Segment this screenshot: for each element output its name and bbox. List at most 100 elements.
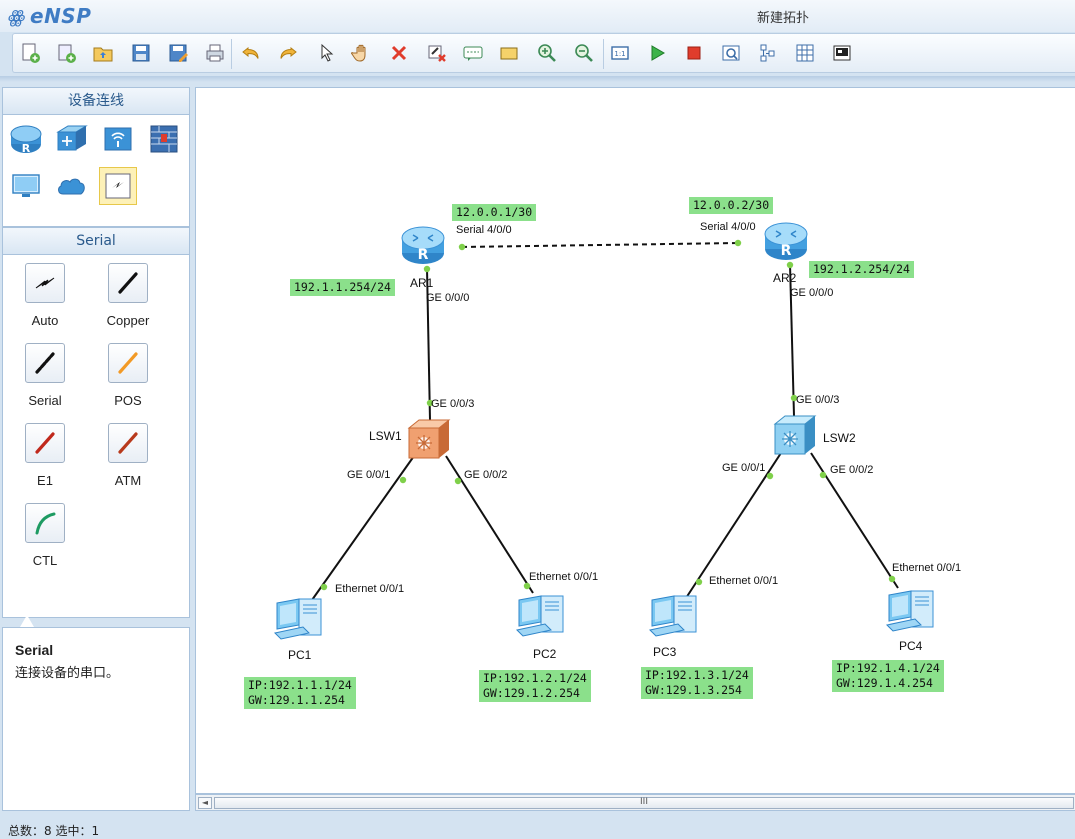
app-logo: ꙮ eNSP — [8, 4, 91, 28]
device-lsw1[interactable] — [406, 416, 452, 462]
note-pc2-address[interactable]: IP:192.1.2.1/24 GW:129.1.2.254 — [479, 670, 591, 702]
print-button[interactable] — [202, 40, 228, 66]
note-line: GW:129.1.1.254 — [248, 693, 345, 707]
redo-button[interactable] — [275, 40, 301, 66]
cloud-icon — [58, 178, 85, 195]
note-line: GW:129.1.2.254 — [483, 686, 580, 700]
note-line: 192.1.1.254/24 — [294, 280, 391, 294]
text-note-button[interactable] — [460, 40, 486, 66]
stop-device-button[interactable] — [681, 40, 707, 66]
device-category-wlan[interactable] — [99, 119, 137, 157]
new-example-button[interactable] — [53, 40, 79, 66]
cable-tile — [25, 423, 65, 463]
zoom-in-button[interactable] — [534, 40, 560, 66]
devices-header: 设备连线 — [2, 87, 190, 115]
undo-button[interactable] — [238, 40, 264, 66]
status-text: 总数：8 选中：1 — [8, 824, 100, 838]
device-category-firewall[interactable] — [145, 119, 183, 157]
cable-serial[interactable]: Serial — [15, 343, 75, 419]
cable-pos[interactable]: POS — [98, 343, 158, 419]
port-label-lsw1-up: GE 0/0/3 — [431, 398, 475, 410]
new-topology-icon — [22, 43, 40, 63]
cable-atm[interactable]: ATM — [98, 423, 158, 499]
device-panel: 设备连线 R Serial Auto Copper Serial POS E1 ATM CT… — [2, 87, 190, 811]
link-ar1-ar2-serial[interactable] — [461, 242, 739, 248]
open-icon — [93, 47, 113, 62]
app-name: eNSP — [30, 4, 92, 28]
device-pc2[interactable] — [514, 590, 570, 642]
screenshot-button[interactable] — [829, 40, 855, 66]
note-pc4-address[interactable]: IP:192.1.4.1/24 GW:129.1.4.254 — [832, 660, 944, 692]
cable-label: Auto — [31, 313, 59, 328]
device-category-cable[interactable] — [99, 167, 137, 205]
pos-cable-icon — [118, 352, 138, 374]
cables-header: Serial — [2, 227, 190, 255]
router-icon: R — [10, 125, 42, 155]
undo-icon — [242, 46, 259, 59]
topology-view-button[interactable] — [755, 40, 781, 66]
topology-fit-button[interactable]: 1:1 — [607, 40, 633, 66]
device-name-pc4: PC4 — [899, 639, 923, 653]
open-button[interactable] — [90, 40, 116, 66]
cable-label: Copper — [106, 313, 150, 328]
device-category-terminal-pc[interactable] — [7, 167, 45, 205]
cable-copper[interactable]: Copper — [98, 263, 158, 339]
device-lsw2[interactable] — [772, 412, 818, 458]
note-ar2-serial-ip[interactable]: 12.0.0.2/30 — [689, 197, 774, 214]
ensp-logo-icon: ꙮ — [8, 7, 26, 28]
device-category-cloud[interactable] — [53, 167, 91, 205]
cable-e1[interactable]: E1 — [15, 423, 75, 499]
port-label-ar1-ge: GE 0/0/0 — [426, 292, 470, 304]
start-device-button[interactable] — [644, 40, 670, 66]
device-pc3[interactable] — [647, 590, 703, 642]
wlan-icon — [104, 127, 132, 151]
device-name-ar2: AR2 — [773, 271, 797, 285]
note-pc3-address[interactable]: IP:192.1.3.1/24 GW:129.1.3.254 — [641, 667, 753, 699]
device-pc1[interactable] — [272, 593, 328, 645]
device-pc4[interactable] — [884, 585, 940, 637]
port-label-pc1-eth: Ethernet 0/0/1 — [335, 583, 405, 595]
note-ar1-lan-ip[interactable]: 192.1.1.254/24 — [290, 279, 395, 296]
grid-icon — [796, 44, 814, 62]
rectangle-note-icon — [500, 47, 518, 60]
capture-icon — [722, 45, 740, 61]
pc-icon — [273, 598, 322, 640]
status-bar: 总数：8 选中：1 — [0, 818, 1075, 839]
port-label-pc3-eth: Ethernet 0/0/1 — [709, 575, 779, 587]
link-ar1-lsw1[interactable] — [426, 267, 431, 421]
device-category-switch[interactable] — [53, 119, 91, 157]
scroll-thumb[interactable]: III — [214, 797, 1074, 809]
horizontal-scrollbar[interactable]: ◄ III — [195, 794, 1075, 811]
grid-button[interactable] — [792, 40, 818, 66]
note-pc1-address[interactable]: IP:192.1.1.1/24 GW:129.1.1.254 — [244, 677, 356, 709]
delete-button[interactable] — [386, 40, 412, 66]
device-ar1[interactable]: R — [397, 221, 449, 267]
topology-fit-icon: 1:1 — [611, 46, 629, 60]
device-category-router[interactable]: R — [7, 119, 45, 157]
capture-button[interactable] — [718, 40, 744, 66]
delete-link-button[interactable] — [424, 40, 450, 66]
save-as-button[interactable] — [165, 40, 191, 66]
serial-cable-icon — [35, 352, 55, 374]
device-ar2[interactable]: R — [760, 217, 812, 263]
rectangle-note-button[interactable] — [496, 40, 522, 66]
cable-ctl[interactable]: CTL — [15, 503, 75, 579]
note-line: IP:192.1.1.1/24 — [248, 678, 352, 692]
note-ar1-serial-ip[interactable]: 12.0.0.1/30 — [452, 204, 537, 221]
device-category-grid: R — [2, 115, 190, 227]
link-endpoint-dot — [734, 239, 742, 247]
save-button[interactable] — [128, 40, 154, 66]
select-pointer-button[interactable] — [313, 40, 339, 66]
hand-pan-button[interactable] — [349, 40, 375, 66]
svg-text:R: R — [418, 247, 429, 263]
topology-view-icon — [760, 44, 775, 62]
svg-text:R: R — [22, 142, 31, 155]
note-ar2-lan-ip[interactable]: 192.1.2.254/24 — [809, 261, 914, 278]
zoom-out-button[interactable] — [571, 40, 597, 66]
pc-icon — [648, 595, 697, 637]
new-topology-button[interactable] — [17, 40, 43, 66]
scroll-left-button[interactable]: ◄ — [198, 797, 212, 809]
switch-icon — [407, 419, 451, 459]
topology-canvas[interactable]: R R AR1 AR2 LSW1 LSW2 PC1 PC2 PC3 PC4 Serial 4/0/0… — [195, 87, 1075, 794]
cable-auto[interactable]: Auto — [15, 263, 75, 339]
